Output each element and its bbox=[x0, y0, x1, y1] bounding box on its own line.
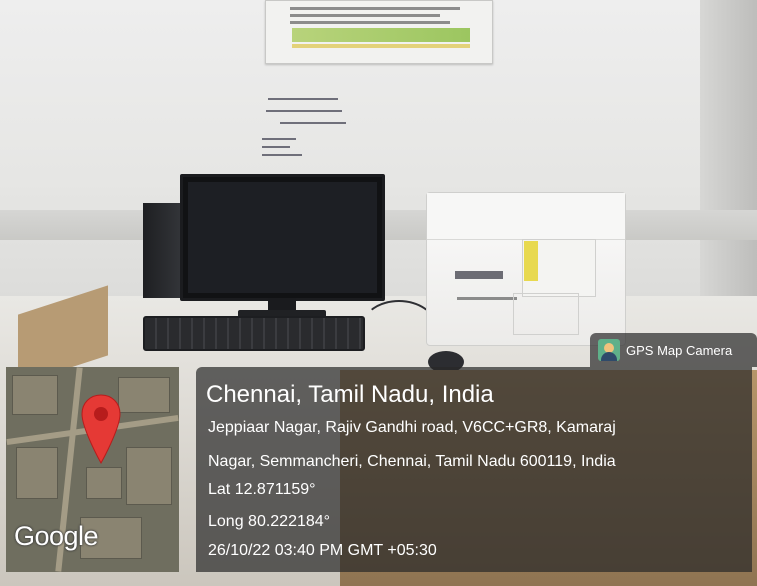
location-info-panel: Chennai, Tamil Nadu, India Jeppiaar Naga… bbox=[196, 367, 752, 572]
longitude: Long 80.222184° bbox=[208, 513, 331, 530]
map-pin-icon bbox=[81, 394, 121, 465]
wall-column bbox=[700, 0, 757, 340]
map-thumbnail: Google bbox=[6, 367, 179, 572]
wall-poster bbox=[265, 0, 493, 64]
location-title: Chennai, Tamil Nadu, India bbox=[206, 381, 494, 408]
google-watermark: Google bbox=[14, 521, 99, 551]
address-line-2: Nagar, Semmancheri, Chennai, Tamil Nadu … bbox=[208, 453, 616, 470]
timestamp: 26/10/22 03:40 PM GMT +05:30 bbox=[208, 542, 437, 559]
gps-map-camera-app-icon bbox=[598, 339, 620, 361]
monitor bbox=[180, 174, 385, 301]
lab-analyzer-machine bbox=[426, 192, 626, 346]
latitude: Lat 12.871159° bbox=[208, 481, 316, 498]
handwritten-note bbox=[262, 92, 362, 162]
keyboard bbox=[143, 316, 365, 351]
address-line-1: Jeppiaar Nagar, Rajiv Gandhi road, V6CC+… bbox=[208, 419, 616, 436]
cable bbox=[362, 300, 436, 352]
gps-map-camera-badge: GPS Map Camera bbox=[590, 333, 757, 367]
badge-label: GPS Map Camera bbox=[626, 343, 733, 358]
computer-tower bbox=[143, 203, 185, 298]
